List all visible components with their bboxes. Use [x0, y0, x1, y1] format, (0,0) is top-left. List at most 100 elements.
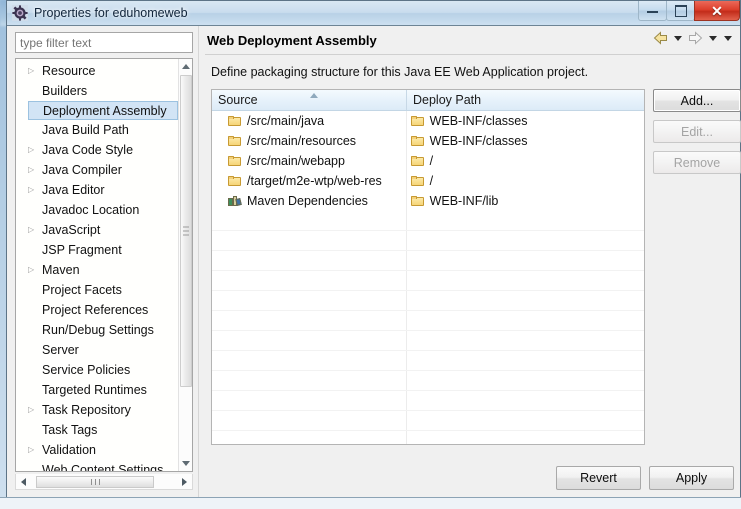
sidebar-item-resource[interactable]: ▷ Resource	[16, 61, 179, 81]
expand-chevron-right-icon[interactable]: ▷	[28, 266, 42, 274]
table-row-empty[interactable]	[212, 331, 644, 351]
settings-tree-list: ▷ Resource Builders Deployment Assembly Java…	[16, 59, 179, 471]
close-icon: ✕	[711, 2, 723, 19]
sidebar-item-javadoc-location[interactable]: Javadoc Location	[16, 200, 179, 220]
assembly-table[interactable]: Source Deploy Path /src/main/java WEB-INF…	[211, 89, 645, 445]
cell-deploy-path: WEB-INF/classes	[407, 111, 644, 131]
expand-chevron-right-icon[interactable]: ▷	[28, 166, 42, 174]
remove-button: Remove	[653, 151, 741, 174]
folder-icon	[228, 135, 242, 147]
minimize-icon	[647, 8, 658, 13]
column-header-source[interactable]: Source	[212, 90, 407, 110]
settings-tree[interactable]: ▷ Resource Builders Deployment Assembly Java…	[15, 58, 193, 472]
scroll-right-button[interactable]	[177, 475, 192, 489]
cell-source	[212, 271, 407, 290]
expand-chevron-right-icon[interactable]: ▷	[28, 67, 42, 75]
sidebar-item-jsp-fragment[interactable]: JSP Fragment	[16, 240, 179, 260]
sidebar-item-java-editor[interactable]: ▷ Java Editor	[16, 180, 179, 200]
cell-deploy-path	[407, 411, 644, 430]
table-row[interactable]: /src/main/java WEB-INF/classes	[212, 111, 644, 131]
sidebar-item-java-code-style[interactable]: ▷ Java Code Style	[16, 140, 179, 160]
sidebar-item-task-tags[interactable]: Task Tags	[16, 420, 179, 440]
cell-deploy-path	[407, 331, 644, 350]
window-titlebar[interactable]: Properties for eduhomeweb ✕	[7, 1, 740, 26]
grip-icon	[183, 226, 189, 236]
scroll-left-button[interactable]	[16, 475, 31, 489]
cell-deploy-path-label: /	[429, 174, 434, 188]
revert-button[interactable]: Revert	[556, 466, 641, 490]
column-header-deploy-path-label: Deploy Path	[413, 93, 482, 107]
cell-source	[212, 231, 407, 250]
expand-chevron-right-icon[interactable]: ▷	[28, 186, 42, 194]
view-menu-chevron-down-icon[interactable]	[724, 35, 732, 41]
column-header-source-label: Source	[218, 93, 258, 107]
sidebar-item-label: Run/Debug Settings	[42, 323, 154, 337]
expand-chevron-right-icon[interactable]: ▷	[28, 406, 42, 414]
sidebar-item-builders[interactable]: Builders	[16, 81, 179, 101]
scroll-up-button[interactable]	[179, 59, 192, 74]
sidebar-item-task-repository[interactable]: ▷ Task Repository	[16, 400, 179, 420]
table-row-empty[interactable]	[212, 411, 644, 431]
table-row-empty[interactable]	[212, 291, 644, 311]
table-row[interactable]: Maven Dependencies WEB-INF/lib	[212, 191, 644, 211]
table-row-empty[interactable]	[212, 351, 644, 371]
hscroll-thumb[interactable]	[36, 475, 154, 488]
table-row-empty[interactable]	[212, 371, 644, 391]
expand-chevron-right-icon[interactable]: ▷	[28, 146, 42, 154]
sidebar-item-maven[interactable]: ▷ Maven	[16, 260, 179, 280]
table-row-empty[interactable]	[212, 211, 644, 231]
dialog-body: ▷ResourceBuilders Deployment Assembly Java…	[7, 26, 741, 498]
sidebar-item-run-debug-settings[interactable]: Run/Debug Settings	[16, 320, 179, 340]
table-row-empty[interactable]	[212, 231, 644, 251]
sidebar-item-javascript[interactable]: ▷ JavaScript	[16, 220, 179, 240]
expand-chevron-right-icon[interactable]: ▷	[28, 226, 42, 234]
cell-source: /src/main/resources	[212, 131, 407, 151]
back-arrow-icon[interactable]	[652, 30, 669, 46]
sidebar-item-label: Deployment Assembly	[43, 103, 167, 118]
properties-dialog: Properties for eduhomeweb ✕ ▷ResourceBui…	[6, 0, 741, 498]
sidebar-item-service-policies[interactable]: Service Policies	[16, 360, 179, 380]
cell-deploy-path	[407, 291, 644, 310]
filter-input[interactable]	[15, 32, 193, 53]
table-row-empty[interactable]	[212, 251, 644, 271]
maximize-button[interactable]	[666, 1, 695, 21]
sidebar-item-targeted-runtimes[interactable]: Targeted Runtimes	[16, 380, 179, 400]
sidebar-item-label: Maven	[42, 263, 80, 277]
close-button[interactable]: ✕	[694, 1, 740, 21]
sidebar-item-label: JSP Fragment	[42, 243, 122, 257]
add-button[interactable]: Add...	[653, 89, 741, 112]
apply-button[interactable]: Apply	[649, 466, 734, 490]
folder-icon	[410, 195, 425, 207]
sidebar-item-java-build-path[interactable]: Java Build Path	[16, 120, 179, 140]
minimize-button[interactable]	[638, 1, 667, 21]
forward-history-chevron-down-icon[interactable]	[709, 35, 717, 41]
cell-source	[212, 331, 407, 350]
table-row-empty[interactable]	[212, 271, 644, 291]
sidebar-item-server[interactable]: Server	[16, 340, 179, 360]
cell-source	[212, 371, 407, 390]
column-header-deploy-path[interactable]: Deploy Path	[407, 90, 644, 110]
sidebar-item-web-content-settings[interactable]: Web Content Settings	[16, 460, 179, 471]
sidebar-item-project-references[interactable]: Project References	[16, 300, 179, 320]
table-row[interactable]: /src/main/resources WEB-INF/classes	[212, 131, 644, 151]
table-row-empty[interactable]	[212, 391, 644, 411]
sidebar-item-label: Project Facets	[42, 283, 122, 297]
tree-scroll-thumb[interactable]	[180, 75, 192, 387]
scroll-down-button[interactable]	[179, 456, 192, 471]
sidebar-item-project-facets[interactable]: Project Facets	[16, 280, 179, 300]
table-row-empty[interactable]	[212, 431, 644, 444]
sidebar-item-label: Server	[42, 343, 79, 357]
expand-chevron-right-icon[interactable]: ▷	[28, 446, 42, 454]
table-row-empty[interactable]	[212, 311, 644, 331]
table-row[interactable]: /src/main/webapp /	[212, 151, 644, 171]
sidebar-item-validation[interactable]: ▷ Validation	[16, 440, 179, 460]
sidebar-item-deployment-assembly[interactable]: Deployment Assembly	[28, 101, 178, 120]
sidebar-item-java-compiler[interactable]: ▷ Java Compiler	[16, 160, 179, 180]
tree-vertical-scrollbar[interactable]	[178, 59, 192, 471]
tree-horizontal-scrollbar[interactable]	[15, 474, 193, 490]
table-row[interactable]: /target/m2e-wtp/web-res /	[212, 171, 644, 191]
cell-deploy-path-label: WEB-INF/classes	[429, 134, 528, 148]
hscroll-track[interactable]	[31, 475, 177, 489]
back-history-chevron-down-icon[interactable]	[674, 35, 682, 41]
cell-deploy-path	[407, 231, 644, 250]
